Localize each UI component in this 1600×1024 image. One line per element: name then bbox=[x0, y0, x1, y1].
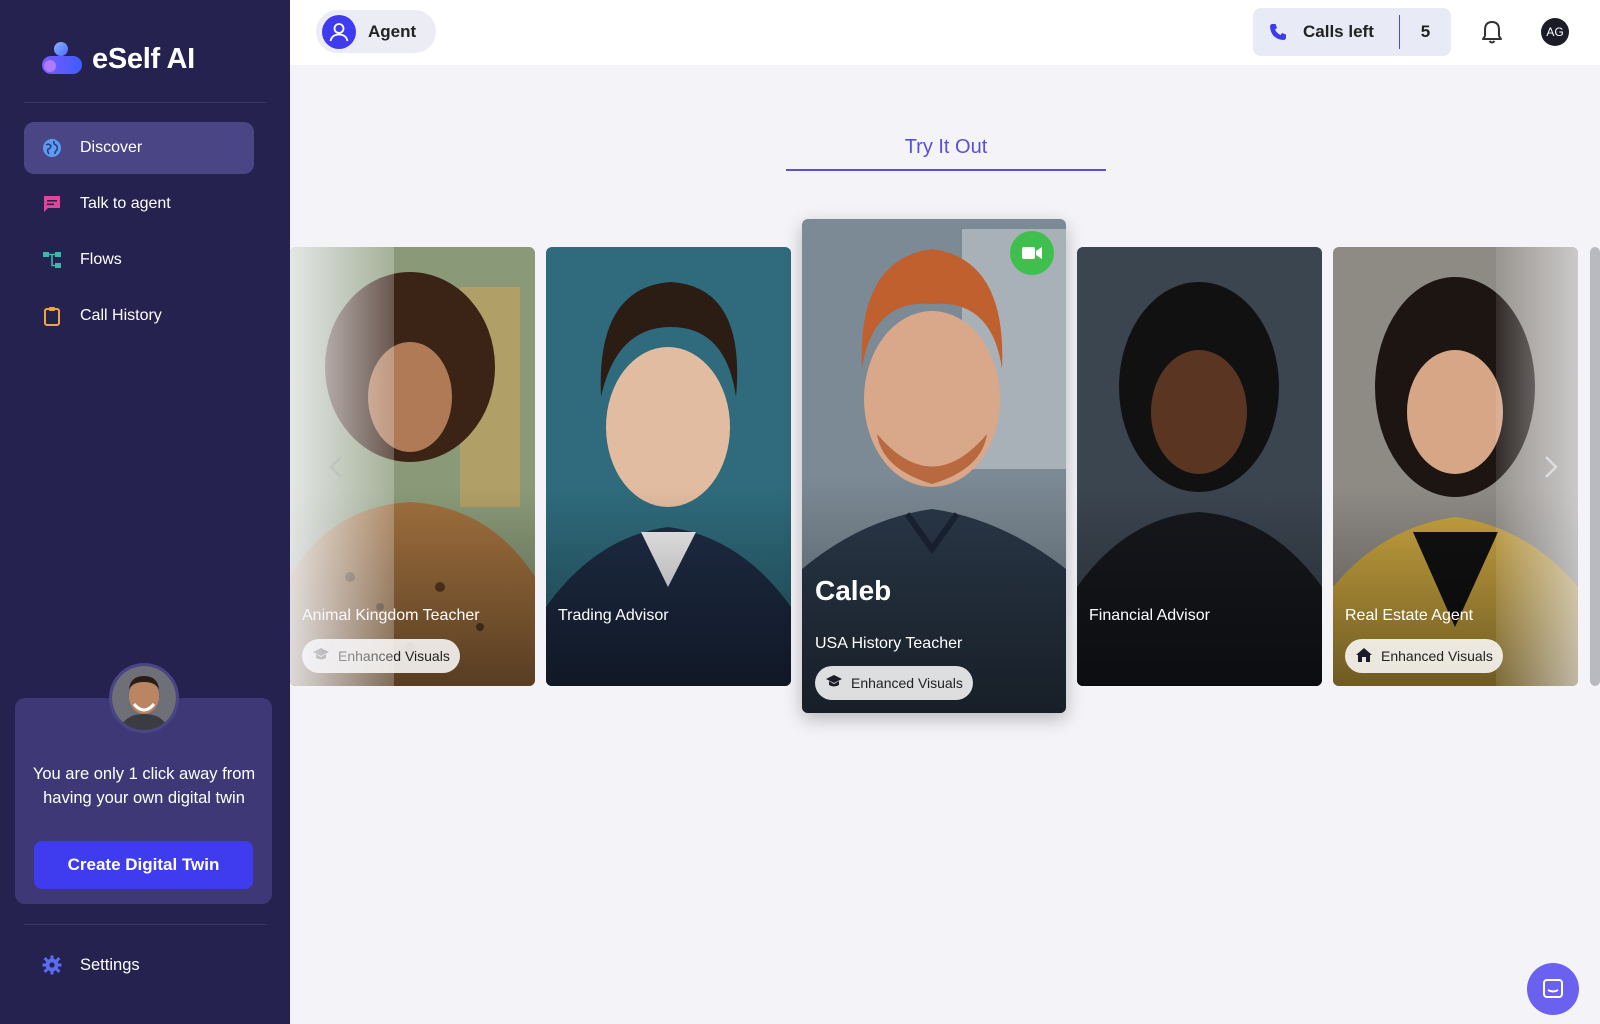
brand-name: eSelf AI bbox=[92, 42, 195, 75]
agent-label: Agent bbox=[368, 21, 417, 41]
sidebar-item-talk-to-agent[interactable]: Talk to agent bbox=[24, 178, 254, 230]
card-shade bbox=[546, 488, 791, 686]
sidebar-item-label: Flows bbox=[80, 251, 122, 268]
chat-bubble-icon bbox=[1543, 979, 1563, 998]
sidebar-item-settings[interactable]: Settings bbox=[42, 955, 140, 975]
agent-selector[interactable]: Agent bbox=[316, 10, 436, 53]
clipboard-icon bbox=[42, 306, 62, 326]
carousel-prev-arrow[interactable] bbox=[326, 452, 346, 482]
create-digital-twin-button[interactable]: Create Digital Twin bbox=[34, 841, 253, 889]
agent-card-title: USA History Teacher bbox=[815, 635, 963, 652]
enhanced-visuals-badge: Enhanced Visuals bbox=[815, 666, 973, 700]
promo-avatar bbox=[109, 663, 179, 733]
notifications-bell-icon[interactable] bbox=[1480, 19, 1504, 50]
user-avatar[interactable]: AG bbox=[1541, 18, 1569, 46]
agent-user-icon bbox=[322, 14, 356, 49]
agent-card-financial-advisor[interactable]: Financial Advisor bbox=[1077, 247, 1322, 686]
sidebar-item-label: Talk to agent bbox=[80, 195, 171, 212]
card-shade bbox=[1077, 488, 1322, 686]
brand-logo[interactable]: eSelf AI bbox=[42, 42, 195, 76]
promo-text: You are only 1 click away from having yo… bbox=[32, 765, 256, 807]
agent-card-title: Trading Advisor bbox=[558, 607, 669, 624]
flows-icon bbox=[42, 250, 62, 270]
sidebar: eSelf AI Discover Talk to agent Flows Ca… bbox=[0, 0, 290, 1024]
agent-card-title: Financial Advisor bbox=[1089, 607, 1210, 624]
video-call-button[interactable] bbox=[1010, 231, 1054, 275]
gear-icon bbox=[42, 955, 62, 975]
calls-left-count: 5 bbox=[1420, 22, 1431, 41]
agent-card-name: Caleb bbox=[815, 575, 892, 606]
home-icon bbox=[1355, 647, 1373, 666]
topbar: Agent Calls left 5 AG bbox=[290, 0, 1600, 65]
agent-card-trading-advisor[interactable]: Trading Advisor bbox=[546, 247, 791, 686]
chat-icon bbox=[42, 194, 62, 214]
chevron-left-icon bbox=[329, 456, 342, 478]
carousel-fade bbox=[1496, 247, 1578, 686]
sidebar-item-flows[interactable]: Flows bbox=[24, 234, 254, 286]
support-chat-button[interactable] bbox=[1527, 963, 1579, 1015]
enhanced-visuals-badge: Enhanced Visuals bbox=[1345, 639, 1503, 673]
sidebar-item-discover[interactable]: Discover bbox=[24, 122, 254, 174]
sidebar-item-call-history[interactable]: Call History bbox=[24, 290, 254, 342]
tab-underline bbox=[786, 169, 1106, 171]
calls-left-indicator: Calls left 5 bbox=[1253, 8, 1451, 56]
tab-try-it-out[interactable]: Try It Out bbox=[786, 136, 1106, 159]
divider bbox=[24, 924, 266, 925]
carousel-next-arrow[interactable] bbox=[1541, 452, 1561, 482]
logo-icon bbox=[42, 42, 82, 76]
agent-card-next-peek[interactable] bbox=[1590, 247, 1600, 686]
globe-icon bbox=[42, 138, 62, 158]
video-camera-icon bbox=[1022, 247, 1042, 259]
calls-left-label: Calls left bbox=[1303, 22, 1374, 41]
graduation-cap-icon bbox=[825, 674, 843, 693]
sidebar-nav: Discover Talk to agent Flows Call Histor… bbox=[24, 122, 254, 346]
agent-card-title: Real Estate Agent bbox=[1345, 607, 1474, 624]
settings-label: Settings bbox=[80, 955, 140, 974]
phone-icon bbox=[1253, 22, 1303, 42]
sidebar-item-label: Call History bbox=[80, 307, 162, 324]
divider bbox=[24, 102, 266, 103]
agent-card-caleb[interactable]: Caleb USA History Teacher Enhanced Visua… bbox=[802, 219, 1066, 713]
chevron-right-icon bbox=[1545, 456, 1558, 478]
sidebar-item-label: Discover bbox=[80, 139, 143, 156]
